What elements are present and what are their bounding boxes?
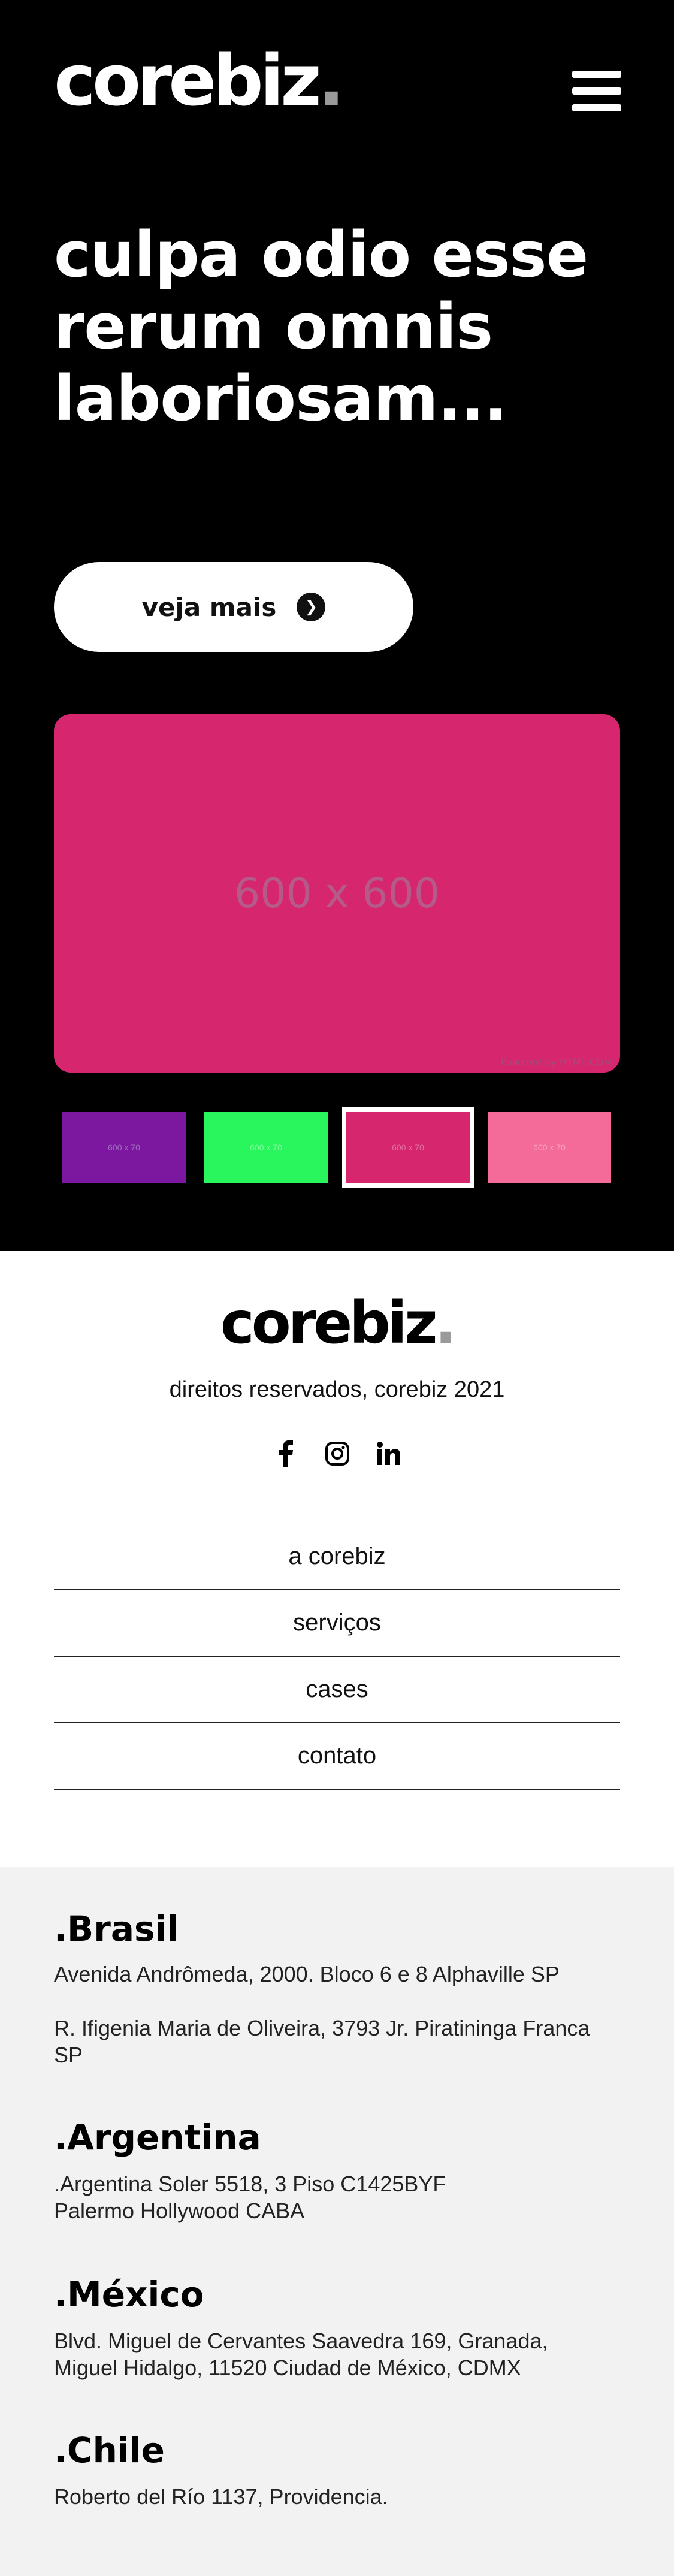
thumbnail-1[interactable]: 600 x 70: [62, 1112, 186, 1183]
nav-link-cases[interactable]: cases: [54, 1657, 620, 1723]
hero-headline: culpa odio esse rerum omnis laboriosam..…: [54, 218, 588, 435]
hero-section: corebiz. culpa odio esse rerum omnis lab…: [0, 0, 674, 1251]
main-image-label: 600 x 600: [234, 869, 440, 917]
copyright-text: direitos reservados, corebiz 2021: [169, 1377, 505, 1402]
social-links: [0, 1440, 674, 1467]
nav-link-contato[interactable]: contato: [54, 1723, 620, 1790]
office-address: Blvd. Miguel de Cervantes Saavedra 169, …: [54, 2329, 548, 2380]
office-country: .Chile: [54, 2430, 165, 2471]
see-more-label: veja mais: [141, 592, 277, 622]
thumbnail-label: 600 x 70: [108, 1143, 140, 1152]
footer-logo-text: corebiz: [220, 1289, 438, 1357]
menu-bar: [572, 71, 621, 78]
menu-bar: [572, 87, 621, 95]
main-image-placeholder: 600 x 600 Powered by HTML.COM: [54, 714, 620, 1073]
logo-text: corebiz: [54, 39, 322, 122]
office-address: Roberto del Río 1137, Providencia.: [54, 2484, 388, 2509]
office-argentina: .Argentina .Argentina Soler 5518, 3 Piso…: [54, 2120, 629, 2224]
footer-logo[interactable]: corebiz.: [0, 1294, 674, 1352]
thumbnail-2[interactable]: 600 x 70: [204, 1112, 328, 1183]
thumbnail-3[interactable]: 600 x 70: [342, 1107, 474, 1188]
menu-bar: [572, 104, 621, 111]
footer-section: corebiz. direitos reservados, corebiz 20…: [0, 1251, 674, 1867]
office-chile: .Chile Roberto del Río 1137, Providencia…: [54, 2433, 629, 2510]
logo-dot: .: [318, 39, 345, 122]
menu-icon[interactable]: [572, 67, 621, 115]
office-mexico: .México Blvd. Miguel de Cervantes Saaved…: [54, 2277, 629, 2381]
office-country: .México: [54, 2274, 204, 2315]
office-address: R. Ifigenia Maria de Oliveira, 3793 Jr. …: [54, 2016, 590, 2067]
office-address: Avenida Andrômeda, 2000. Bloco 6 e 8 Alp…: [54, 1962, 560, 1986]
thumbnail-label: 600 x 70: [392, 1143, 424, 1152]
footer-nav: a corebiz serviços cases contato: [54, 1524, 620, 1790]
nav-link-a-corebiz[interactable]: a corebiz: [54, 1524, 620, 1590]
instagram-icon[interactable]: [324, 1440, 351, 1467]
facebook-icon[interactable]: [272, 1440, 300, 1467]
offices-section: .Brasil Avenida Andrômeda, 2000. Bloco 6…: [0, 1867, 674, 2576]
office-brasil: .Brasil Avenida Andrômeda, 2000. Bloco 6…: [54, 1911, 629, 2068]
office-country: .Argentina: [54, 2117, 261, 2158]
office-address: .Argentina Soler 5518, 3 Piso C1425BYF P…: [54, 2172, 446, 2223]
logo[interactable]: corebiz.: [54, 45, 345, 116]
see-more-button[interactable]: veja mais ❯: [54, 562, 413, 652]
thumbnail-label: 600 x 70: [250, 1143, 282, 1152]
thumbnail-strip: 600 x 70 600 x 70 600 x 70 600 x 70: [62, 1107, 611, 1188]
linkedin-icon[interactable]: [375, 1440, 403, 1467]
main-image-credit: Powered by HTML.COM: [501, 1056, 612, 1068]
office-country: .Brasil: [54, 1908, 179, 1949]
thumbnail-4[interactable]: 600 x 70: [488, 1112, 611, 1183]
thumbnail-label: 600 x 70: [533, 1143, 566, 1152]
arrow-right-circle-icon: ❯: [297, 593, 326, 621]
footer-logo-dot: .: [434, 1289, 457, 1357]
nav-link-servicos[interactable]: serviços: [54, 1590, 620, 1657]
